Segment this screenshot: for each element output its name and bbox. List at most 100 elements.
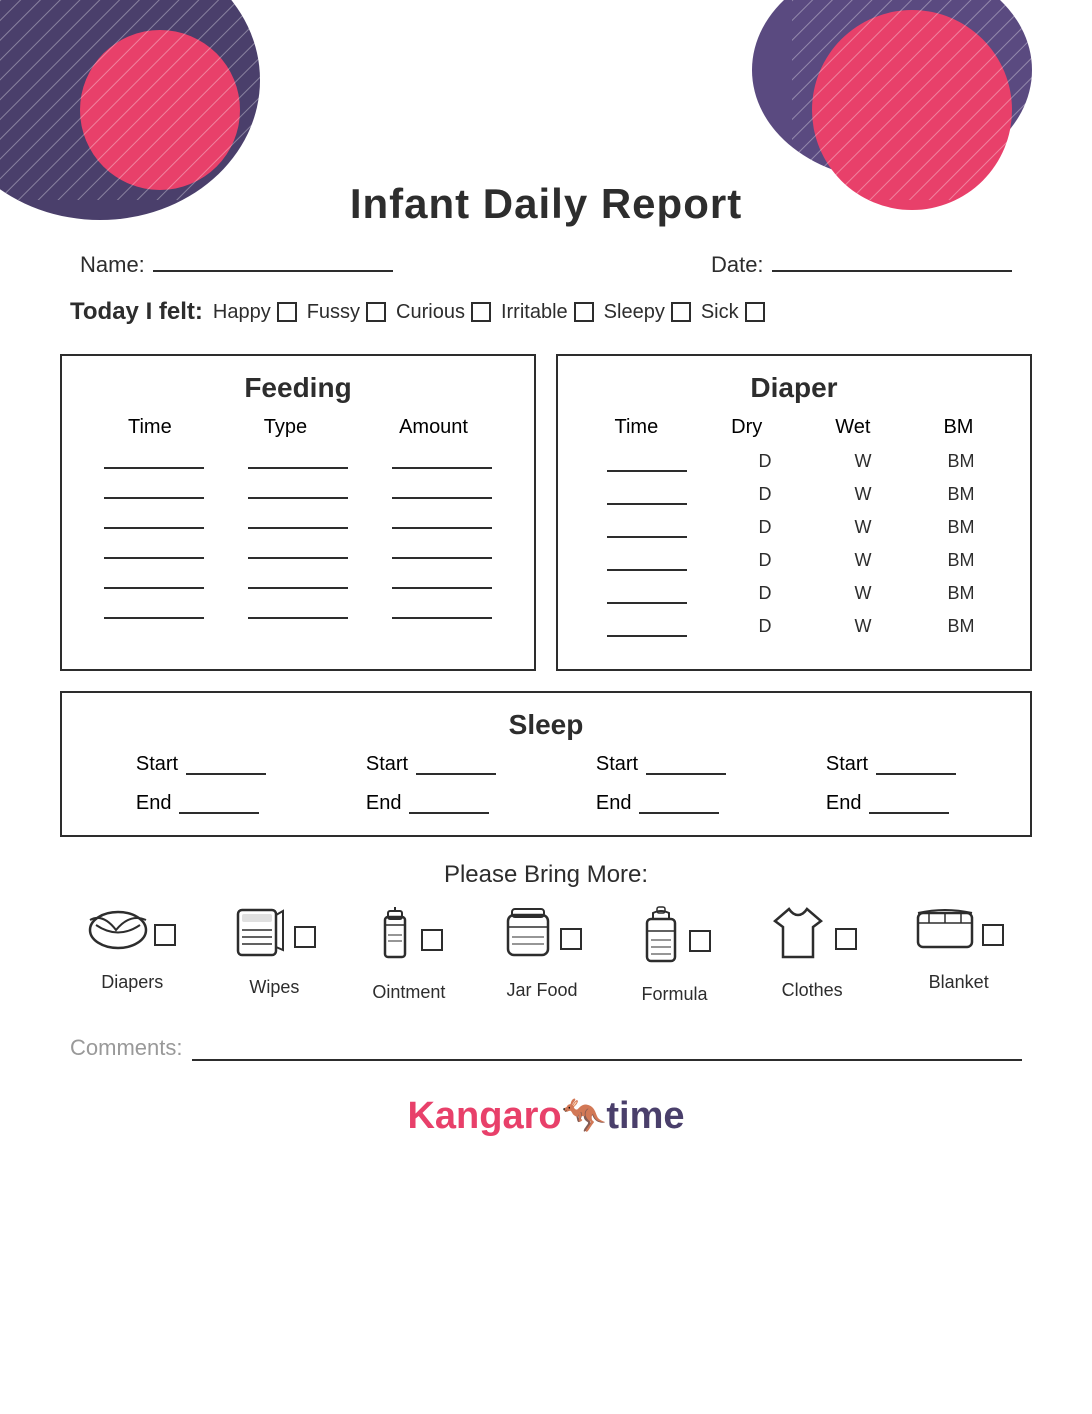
sleep-start-label-2: Start xyxy=(366,753,408,776)
date-field: Date: xyxy=(711,252,1012,278)
feeding-type-2[interactable] xyxy=(248,479,348,499)
blanket-icon xyxy=(914,905,976,964)
feeding-amount-1[interactable] xyxy=(392,449,492,469)
page-title: Infant Daily Report xyxy=(60,180,1032,228)
comments-label: Comments: xyxy=(70,1035,182,1061)
sleep-end-line-3[interactable] xyxy=(639,794,719,814)
wipes-icon xyxy=(233,905,288,969)
diaper-time-1[interactable] xyxy=(607,452,687,472)
wipes-checkbox[interactable] xyxy=(294,926,316,948)
feeding-type-3[interactable] xyxy=(248,509,348,529)
formula-checkbox[interactable] xyxy=(689,930,711,952)
bring-diapers: Diapers xyxy=(88,905,176,993)
blanket-checkbox[interactable] xyxy=(982,924,1004,946)
feeding-amount-6[interactable] xyxy=(392,599,492,619)
feeding-time-2[interactable] xyxy=(104,479,204,499)
diaper-d-4: D xyxy=(745,550,785,571)
feeding-row xyxy=(82,509,514,529)
diaper-bm-6: BM xyxy=(941,616,981,637)
name-line[interactable] xyxy=(153,270,393,272)
feeding-time-6[interactable] xyxy=(104,599,204,619)
diaper-d-3: D xyxy=(745,517,785,538)
brand-kangaro: Kangaro xyxy=(407,1095,561,1137)
diaper-time-6[interactable] xyxy=(607,617,687,637)
feeding-time-1[interactable] xyxy=(104,449,204,469)
sleep-start-line-3[interactable] xyxy=(646,755,726,775)
feeding-time-3[interactable] xyxy=(104,509,204,529)
diaper-w-2: W xyxy=(843,484,883,505)
jar-food-label: Jar Food xyxy=(506,980,577,1001)
bring-blanket-icon-row xyxy=(914,905,1004,964)
feeding-row xyxy=(82,449,514,469)
wipes-label: Wipes xyxy=(249,977,299,998)
comments-line[interactable] xyxy=(192,1035,1022,1061)
feeling-sleepy-label: Sleepy xyxy=(604,301,665,324)
feeding-type-1[interactable] xyxy=(248,449,348,469)
footer-brand: Kangaro🦘time xyxy=(60,1085,1032,1158)
sleep-col-4: Start End xyxy=(826,753,956,815)
diaper-bm-2: BM xyxy=(941,484,981,505)
feeding-type-6[interactable] xyxy=(248,599,348,619)
date-line[interactable] xyxy=(772,270,1012,272)
sleep-end-line-1[interactable] xyxy=(179,794,259,814)
ointment-checkbox[interactable] xyxy=(421,929,443,951)
feeding-col-type: Type xyxy=(264,416,307,439)
diaper-w-6: W xyxy=(843,616,883,637)
diapers-label: Diapers xyxy=(101,972,163,993)
feeding-time-5[interactable] xyxy=(104,569,204,589)
feeding-col-time: Time xyxy=(128,416,172,439)
feeling-sleepy: Sleepy xyxy=(604,301,691,324)
sleep-section: Sleep Start End Start End xyxy=(60,691,1032,837)
bring-wipes-icon-row xyxy=(233,905,316,969)
feeling-curious-checkbox[interactable] xyxy=(471,302,491,322)
bring-formula: Formula xyxy=(639,905,711,1005)
feeding-amount-4[interactable] xyxy=(392,539,492,559)
sleep-start-1: Start xyxy=(136,753,266,776)
sleep-start-3: Start xyxy=(596,753,726,776)
sleep-end-label-3: End xyxy=(596,792,632,815)
jar-food-checkbox[interactable] xyxy=(560,928,582,950)
diaper-time-5[interactable] xyxy=(607,584,687,604)
feeding-type-5[interactable] xyxy=(248,569,348,589)
feeding-col-amount: Amount xyxy=(399,416,468,439)
sleep-end-line-4[interactable] xyxy=(869,794,949,814)
tables-row: Feeding Time Type Amount xyxy=(60,354,1032,671)
feeling-happy-checkbox[interactable] xyxy=(277,302,297,322)
feeling-irritable-checkbox[interactable] xyxy=(574,302,594,322)
feeding-amount-5[interactable] xyxy=(392,569,492,589)
diaper-bm-5: BM xyxy=(941,583,981,604)
diaper-title: Diaper xyxy=(578,372,1010,404)
diaper-w-3: W xyxy=(843,517,883,538)
sleep-end-label-4: End xyxy=(826,792,862,815)
feeding-title: Feeding xyxy=(82,372,514,404)
sleep-start-label-4: Start xyxy=(826,753,868,776)
feeding-type-4[interactable] xyxy=(248,539,348,559)
diaper-icon xyxy=(88,905,148,964)
bring-ointment-icon-row xyxy=(375,905,443,974)
sleep-col-1: Start End xyxy=(136,753,266,815)
bring-blanket: Blanket xyxy=(914,905,1004,993)
feeding-amount-3[interactable] xyxy=(392,509,492,529)
feeling-sick-checkbox[interactable] xyxy=(745,302,765,322)
brand-kangaroo-icon: 🦘 xyxy=(562,1095,607,1136)
clothes-checkbox[interactable] xyxy=(835,928,857,950)
sleep-end-3: End xyxy=(596,792,726,815)
sleep-start-line-4[interactable] xyxy=(876,755,956,775)
diaper-time-4[interactable] xyxy=(607,551,687,571)
diaper-time-3[interactable] xyxy=(607,518,687,538)
sleep-end-label-1: End xyxy=(136,792,172,815)
diaper-d-1: D xyxy=(745,451,785,472)
diaper-time-2[interactable] xyxy=(607,485,687,505)
feeling-happy-label: Happy xyxy=(213,301,271,324)
feeling-fussy-checkbox[interactable] xyxy=(366,302,386,322)
sleep-start-line-1[interactable] xyxy=(186,755,266,775)
diaper-col-dry: Dry xyxy=(731,416,762,439)
sleep-end-line-2[interactable] xyxy=(409,794,489,814)
feeling-irritable: Irritable xyxy=(501,301,594,324)
feeding-amount-2[interactable] xyxy=(392,479,492,499)
diapers-checkbox[interactable] xyxy=(154,924,176,946)
sleep-start-line-2[interactable] xyxy=(416,755,496,775)
clothes-label: Clothes xyxy=(782,980,843,1001)
feeding-time-4[interactable] xyxy=(104,539,204,559)
feeling-sleepy-checkbox[interactable] xyxy=(671,302,691,322)
